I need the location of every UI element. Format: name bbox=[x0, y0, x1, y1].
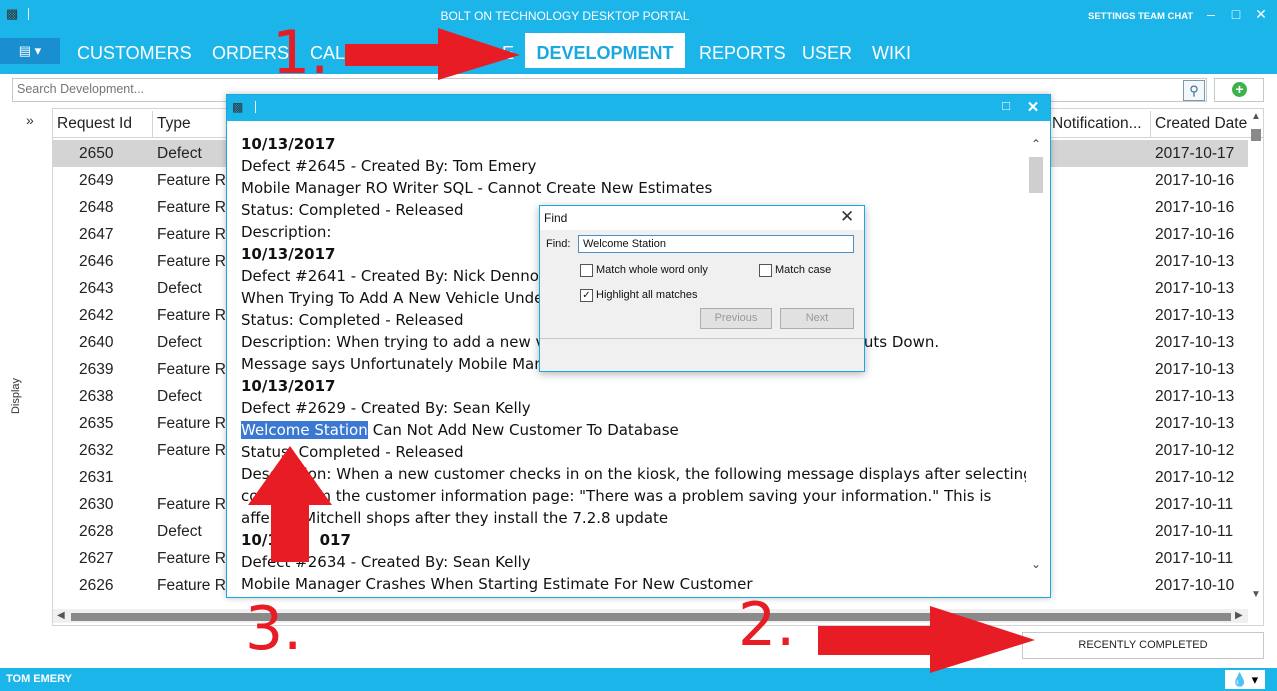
annotation-arrow-1 bbox=[345, 28, 520, 80]
annotation-label-3: 3. bbox=[245, 594, 303, 664]
annotation-arrow-2 bbox=[818, 606, 1035, 673]
annotation-label-1: 1. bbox=[272, 18, 330, 88]
annotation-overlay bbox=[248, 28, 1035, 673]
annotation-label-2: 2. bbox=[738, 590, 796, 660]
annotation-arrow-3 bbox=[248, 446, 332, 562]
